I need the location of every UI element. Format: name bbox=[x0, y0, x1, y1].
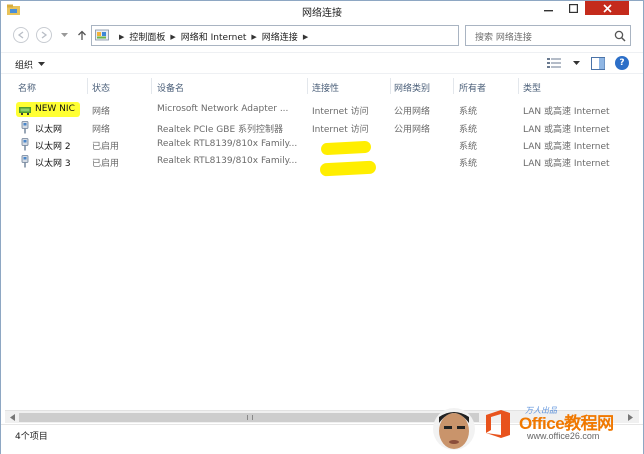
address-bar[interactable]: ▶ 控制面板 ▶ 网络和 Internet ▶ 网络连接 ▶ bbox=[91, 25, 543, 46]
owner: 系统 bbox=[459, 107, 478, 117]
breadcrumb: ▶ 控制面板 ▶ 网络和 Internet ▶ 网络连接 ▶ bbox=[114, 30, 313, 44]
arrow-right-icon bbox=[41, 31, 48, 39]
scroll-grip bbox=[247, 415, 253, 420]
connectivity: Internet 访问 bbox=[312, 125, 369, 135]
close-button[interactable] bbox=[585, 1, 629, 15]
maximize-button[interactable] bbox=[561, 1, 585, 15]
explorer-window: 网络连接 ▶ 控制面板 ▶ 网络和 Internet ▶ 网络连接 ▶ 搜索 网… bbox=[0, 0, 644, 454]
table-row[interactable]: 以太网 网络 Realtek PCIe GBE 系列控制器 Internet 访… bbox=[1, 119, 643, 136]
scroll-left-button[interactable] bbox=[7, 413, 17, 422]
connection-name: 以太网 bbox=[35, 125, 63, 135]
ethernet-cable-icon bbox=[21, 155, 29, 168]
table-row[interactable]: NEW NIC 网络 Microsoft Network Adapter ...… bbox=[1, 101, 643, 118]
connection-status: 已启用 bbox=[92, 142, 120, 152]
owner: 系统 bbox=[459, 159, 478, 169]
minimize-icon bbox=[543, 9, 553, 11]
recent-locations-button[interactable] bbox=[59, 27, 69, 43]
arrow-up-icon bbox=[78, 30, 86, 40]
organize-label: 组织 bbox=[15, 61, 34, 71]
navigation-row: ▶ 控制面板 ▶ 网络和 Internet ▶ 网络连接 ▶ 搜索 网络连接 bbox=[1, 23, 643, 49]
office-logo-icon bbox=[486, 410, 510, 438]
connection-type: LAN 或高速 Internet bbox=[523, 159, 610, 169]
breadcrumb-separator[interactable]: ▶ bbox=[251, 33, 256, 41]
site-watermark: 万人出品 Office教程网 www.office26.com bbox=[431, 405, 643, 453]
item-count: 4个项目 bbox=[15, 432, 48, 442]
connection-status: 网络 bbox=[92, 125, 111, 135]
column-divider[interactable] bbox=[87, 78, 88, 94]
connectivity: Internet 访问 bbox=[312, 107, 369, 117]
maximize-icon bbox=[568, 3, 578, 13]
owner: 系统 bbox=[459, 142, 478, 152]
device-name: Realtek RTL8139/810x Family... bbox=[157, 156, 298, 166]
brand-url: www.office26.com bbox=[527, 431, 600, 441]
search-placeholder[interactable]: 搜索 网络连接 bbox=[475, 30, 532, 43]
column-header-name[interactable]: 名称 bbox=[18, 81, 36, 94]
preview-pane-icon[interactable] bbox=[591, 57, 605, 70]
column-header-type[interactable]: 类型 bbox=[523, 81, 541, 94]
help-button[interactable]: ? bbox=[615, 56, 629, 70]
up-button[interactable] bbox=[75, 27, 89, 43]
chevron-down-icon bbox=[38, 62, 46, 66]
column-header-owner[interactable]: 所有者 bbox=[459, 81, 486, 94]
view-details-icon[interactable] bbox=[547, 57, 561, 69]
breadcrumb-separator: ▶ bbox=[119, 32, 125, 41]
column-divider[interactable] bbox=[390, 78, 391, 94]
connection-name: NEW NIC bbox=[35, 104, 75, 114]
minimize-button[interactable] bbox=[535, 1, 561, 15]
breadcrumb-separator[interactable]: ▶ bbox=[303, 33, 308, 41]
breadcrumb-control-panel[interactable]: 控制面板 bbox=[129, 30, 165, 43]
avatar bbox=[433, 408, 475, 450]
column-headers: 名称 状态 设备名 连接性 网络类别 所有者 类型 bbox=[1, 77, 643, 95]
organize-button[interactable]: 组织 bbox=[15, 58, 46, 71]
chevron-down-icon bbox=[572, 60, 580, 65]
breadcrumb-network-connections[interactable]: 网络连接 bbox=[262, 30, 298, 43]
network-category: 公用网络 bbox=[394, 125, 431, 135]
connection-type: LAN 或高速 Internet bbox=[523, 142, 610, 152]
ethernet-cable-icon bbox=[21, 138, 29, 151]
column-divider[interactable] bbox=[453, 78, 454, 94]
title-bar: 网络连接 bbox=[1, 1, 643, 19]
device-name: Microsoft Network Adapter ... bbox=[157, 104, 289, 114]
arrow-left-icon bbox=[9, 414, 15, 421]
breadcrumb-network-internet[interactable]: 网络和 Internet bbox=[181, 30, 247, 43]
forward-button[interactable] bbox=[36, 27, 52, 43]
network-category: 公用网络 bbox=[394, 107, 431, 117]
scroll-thumb[interactable] bbox=[19, 413, 479, 422]
command-bar: 组织 ? bbox=[1, 52, 643, 74]
device-name: Realtek PCIe GBE 系列控制器 bbox=[157, 125, 284, 135]
arrow-left-icon bbox=[17, 31, 24, 39]
column-header-connectivity[interactable]: 连接性 bbox=[312, 81, 339, 94]
owner: 系统 bbox=[459, 125, 478, 135]
connection-status: 网络 bbox=[92, 107, 111, 117]
search-box[interactable]: 搜索 网络连接 bbox=[465, 25, 631, 46]
connection-name: 以太网 2 bbox=[35, 142, 71, 152]
back-button[interactable] bbox=[13, 27, 29, 43]
chevron-down-icon bbox=[60, 32, 68, 37]
ethernet-cable-icon bbox=[21, 121, 29, 134]
control-panel-icon bbox=[95, 29, 109, 41]
network-connected-icon bbox=[19, 107, 31, 115]
column-divider[interactable] bbox=[151, 78, 152, 94]
close-icon bbox=[602, 3, 612, 13]
column-divider[interactable] bbox=[307, 78, 308, 94]
connection-status: 已启用 bbox=[92, 159, 120, 169]
connection-name: 以太网 3 bbox=[35, 159, 71, 169]
column-divider[interactable] bbox=[518, 78, 519, 94]
device-name: Realtek RTL8139/810x Family... bbox=[157, 139, 298, 149]
column-header-status[interactable]: 状态 bbox=[92, 81, 110, 94]
connection-type: LAN 或高速 Internet bbox=[523, 107, 610, 117]
search-icon[interactable] bbox=[614, 30, 626, 42]
highlighter-mark bbox=[319, 160, 377, 177]
view-options-button[interactable] bbox=[571, 57, 581, 69]
breadcrumb-separator[interactable]: ▶ bbox=[170, 33, 175, 41]
connection-type: LAN 或高速 Internet bbox=[523, 125, 610, 135]
column-header-category[interactable]: 网络类别 bbox=[394, 81, 430, 94]
column-header-device[interactable]: 设备名 bbox=[157, 81, 184, 94]
